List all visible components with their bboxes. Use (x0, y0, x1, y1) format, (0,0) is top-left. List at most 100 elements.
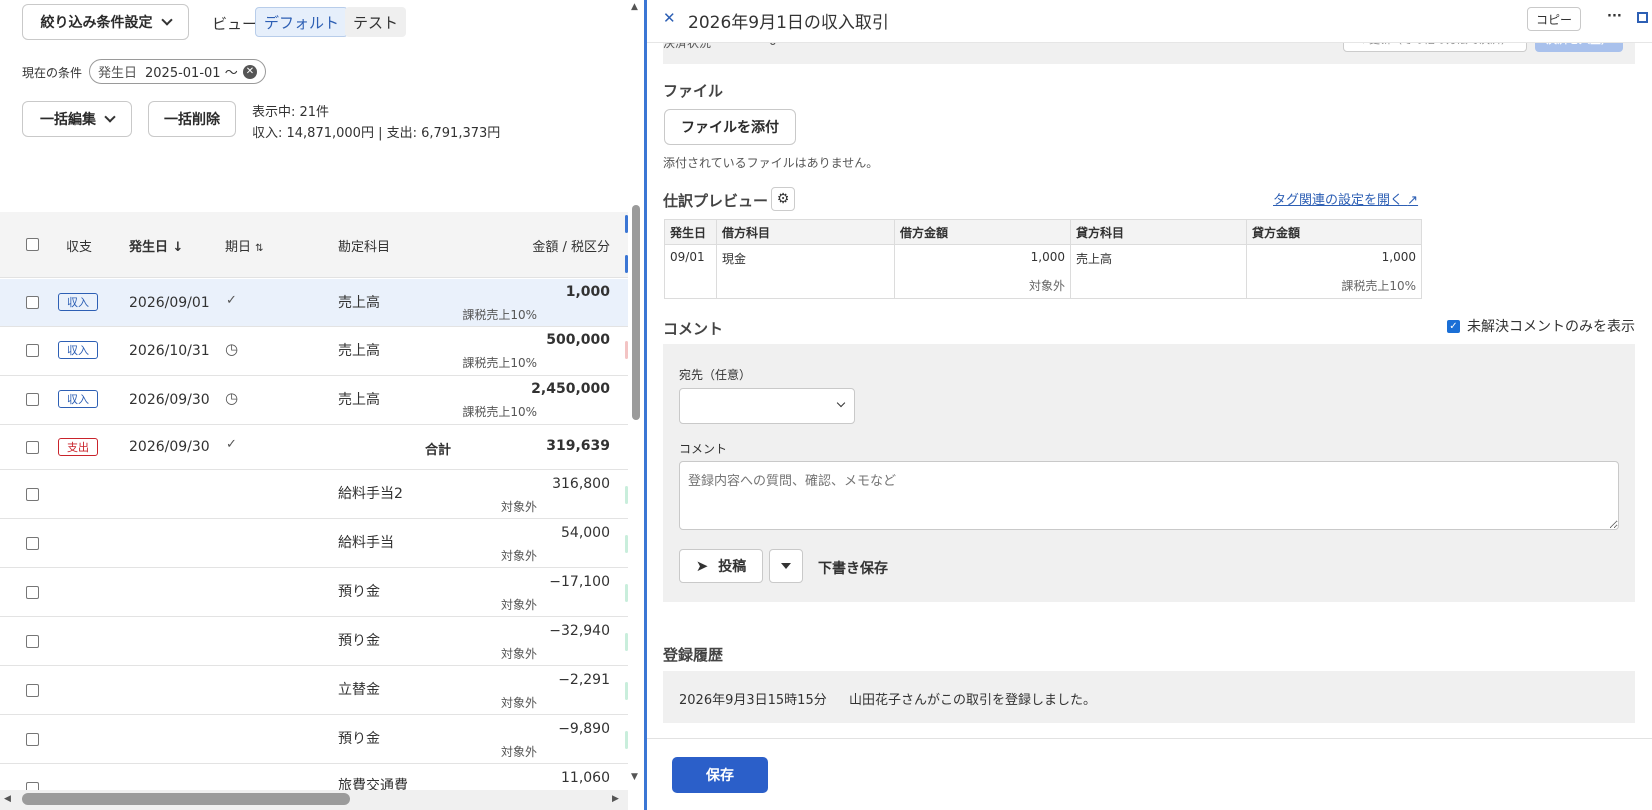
row-checkbox[interactable] (26, 393, 39, 406)
chevron-down-icon (104, 111, 116, 123)
current-condition-label: 現在の条件 (22, 66, 83, 80)
row-tax: 対象外 (500, 696, 537, 710)
row-amount: 2,450,000 (531, 381, 610, 397)
table-row[interactable]: 収入 2026/09/30 ◷ 売上高 2,450,000 課税売上10% (0, 376, 628, 425)
history-date: 2026年9月3日15時15分 (679, 693, 827, 708)
journal-credit-account: 売上高 (1070, 244, 1247, 299)
chevron-down-icon (160, 14, 173, 26)
journal-col-date: 発生日 (664, 219, 717, 245)
row-account: 立替金 (338, 682, 380, 698)
scroll-right-icon[interactable]: ▶ (612, 794, 619, 804)
expense-badge: 支出 (58, 438, 98, 456)
col-amount: 金額 / 税区分 (532, 240, 610, 255)
clear-icon[interactable]: ✕ (243, 65, 257, 79)
attach-file-button[interactable]: ファイルを添付 (664, 109, 796, 145)
journal-preview-title: 仕訳プレビュー (663, 192, 769, 210)
row-account: 預り金 (338, 633, 380, 649)
row-checkbox[interactable] (26, 635, 39, 648)
scroll-down-icon[interactable]: ▼ (631, 772, 638, 782)
condition-chip[interactable]: 発生日 2025-01-01 〜 ✕ (89, 59, 266, 84)
col-type: 収支 (66, 240, 93, 255)
journal-credit-tax: 課税売上10% (1246, 271, 1422, 299)
save-button[interactable]: 保存 (672, 757, 768, 793)
bulk-edit-button[interactable]: 一括編集 (22, 101, 132, 137)
row-tax: 課税売上10% (462, 308, 537, 322)
row-checkbox[interactable] (26, 586, 39, 599)
row-date: 2026/09/30 (129, 439, 210, 455)
transaction-list-pane: 絞り込み条件設定 ビュー デフォルト テスト 現在の条件 発生日 2025-01… (0, 0, 640, 810)
table-row[interactable]: 給料手当2 316,800 対象外 (0, 470, 628, 519)
row-amount: −2,291 (558, 672, 610, 688)
post-button[interactable]: ➤ 投稿 (679, 549, 763, 583)
row-amount: 1,000 (565, 284, 610, 300)
unresolved-checkbox[interactable]: ✓ (1447, 319, 1460, 333)
horizontal-scroll-thumb[interactable] (22, 793, 350, 805)
table-row[interactable]: 立替金 −2,291 対象外 (0, 666, 628, 715)
view-default-tab[interactable]: デフォルト (255, 7, 349, 37)
settings-gear-icon[interactable]: ⚙ (771, 187, 795, 211)
table-row[interactable]: 支出 2026/09/30 ✓ 合計 319,639 (0, 425, 628, 470)
sort-down-icon: ↓ (172, 240, 184, 255)
col-account: 勘定科目 (338, 240, 391, 255)
col-date[interactable]: 発生日 ↓ (129, 236, 183, 255)
journal-credit-amount: 1,000 (1246, 244, 1422, 272)
table-row[interactable]: 預り金 −17,100 対象外 (0, 568, 628, 617)
history-section-title: 登録履歴 (663, 646, 724, 664)
recipient-select[interactable] (679, 388, 855, 424)
table-row[interactable]: 収入 2026/10/31 ◷ 売上高 500,000 課税売上10% (0, 327, 628, 376)
table-row[interactable]: 預り金 −32,940 対象外 (0, 617, 628, 666)
scroll-up-icon[interactable]: ▲ (631, 2, 638, 12)
expand-icon[interactable] (1637, 12, 1648, 23)
select-all-checkbox[interactable] (26, 238, 39, 251)
sort-icon: ⇅ (255, 243, 264, 254)
row-checkbox[interactable] (26, 344, 39, 357)
copy-button[interactable]: コピー (1527, 7, 1581, 31)
row-date: 2026/10/31 (129, 343, 210, 359)
view-test-tab[interactable]: テスト (345, 7, 407, 37)
journal-col-debit-account: 借方科目 (716, 219, 895, 245)
comment-label: コメント (679, 442, 728, 456)
row-checkbox[interactable] (26, 488, 39, 501)
filter-settings-button[interactable]: 絞り込み条件設定 (22, 4, 189, 40)
row-checkbox[interactable] (26, 296, 39, 309)
col-due[interactable]: 期日 ⇅ (225, 236, 264, 255)
no-files-text: 添付されているファイルはありません。 (663, 156, 879, 170)
unresolved-only-toggle[interactable]: ✓ 未解決コメントのみを表示 (1447, 316, 1635, 336)
row-tax: 課税売上10% (462, 356, 537, 370)
close-icon[interactable]: ✕ (663, 9, 676, 27)
recipient-label: 宛先（任意） (679, 368, 752, 382)
table-row[interactable]: 預り金 −9,890 対象外 (0, 715, 628, 764)
check-icon: ✓ (226, 293, 237, 308)
row-total-label: 合計 (425, 443, 452, 458)
post-options-button[interactable] (769, 549, 803, 583)
scroll-left-icon[interactable]: ◀ (4, 794, 11, 804)
row-account: 給料手当 (338, 535, 394, 551)
table-row[interactable]: 旅費交通費 11,060 (0, 764, 628, 795)
comment-section-title: コメント (663, 320, 724, 338)
view-label: ビュー (212, 15, 258, 33)
row-amount: 319,639 (546, 438, 610, 454)
journal-debit-tax: 対象外 (894, 271, 1071, 299)
journal-col-credit-account: 貸方科目 (1070, 219, 1247, 245)
transaction-detail-pane: 決済状況 0 ＋更新（その他の方法で決済） 決済を入金） ✕ 2026年9月1日… (647, 0, 1652, 810)
row-amount: −9,890 (558, 721, 610, 737)
row-amount: −17,100 (549, 574, 610, 590)
row-tax: 対象外 (500, 549, 537, 563)
tag-settings-link[interactable]: タグ関連の設定を開く ↗ (1273, 189, 1418, 208)
bulk-delete-button[interactable]: 一括削除 (148, 101, 236, 137)
table-row[interactable]: 給料手当 54,000 対象外 (0, 519, 628, 568)
row-checkbox[interactable] (26, 537, 39, 550)
more-icon[interactable]: ··· (1607, 9, 1622, 24)
row-checkbox[interactable] (26, 684, 39, 697)
save-draft-button[interactable]: 下書き保存 (818, 558, 888, 578)
row-checkbox[interactable] (26, 733, 39, 746)
showing-count: 表示中: 21件 (252, 105, 330, 120)
row-checkbox[interactable] (26, 441, 39, 454)
file-section-title: ファイル (663, 82, 724, 100)
table-row[interactable]: 収入 2026/09/01 ✓ 売上高 1,000 課税売上10% (0, 279, 628, 327)
income-badge: 収入 (58, 341, 98, 359)
row-amount: 316,800 (552, 476, 610, 492)
vertical-scroll-thumb[interactable] (632, 205, 640, 420)
caret-down-icon (781, 563, 791, 569)
comment-textarea[interactable] (679, 461, 1619, 530)
